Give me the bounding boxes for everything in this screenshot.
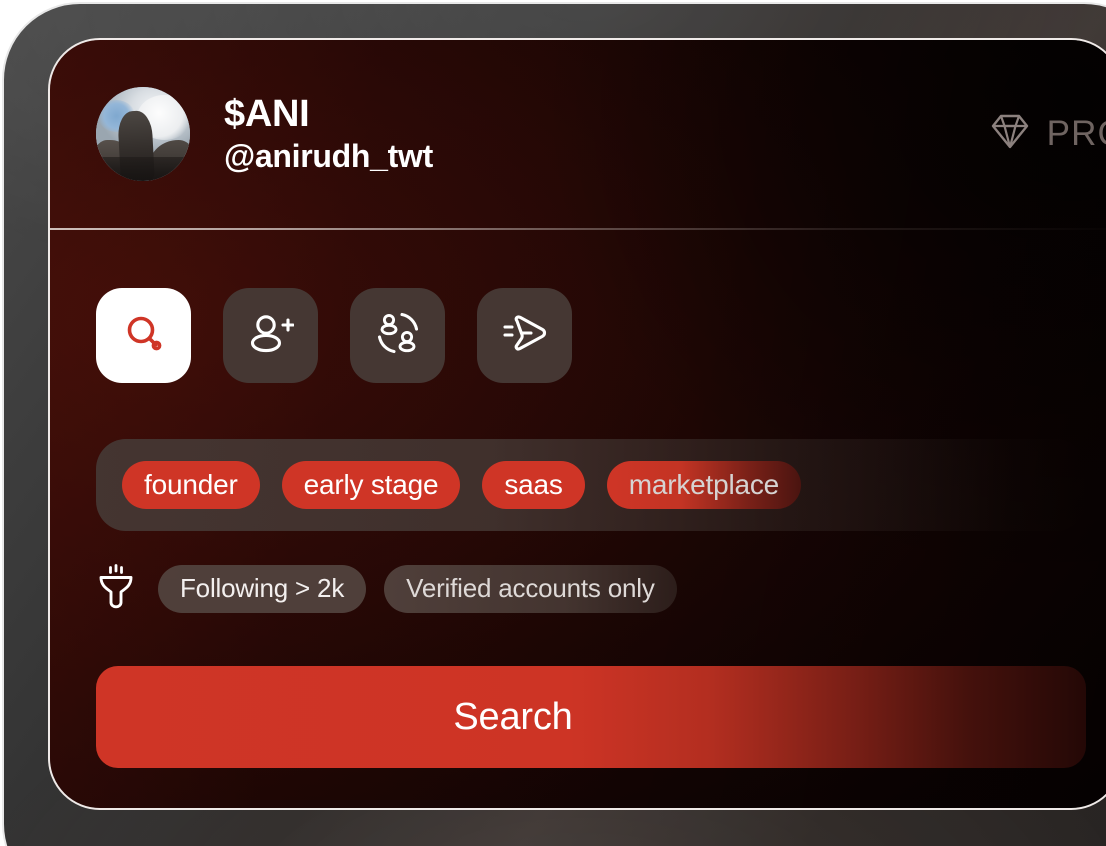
keyword-tags-container: founder early stage saas marketplace — [96, 439, 1086, 531]
avatar[interactable] — [96, 87, 190, 181]
filter-chip[interactable]: Following > 2k — [158, 564, 367, 613]
app-card: $ANI @anirudh_twt PR founder early stage… — [48, 38, 1106, 810]
search-button-label: Search — [453, 695, 573, 738]
tab-add-person[interactable] — [223, 288, 318, 383]
header-divider — [50, 228, 1106, 230]
tab-connections[interactable] — [350, 288, 445, 383]
pro-user-label: PRO USER — [1046, 114, 1106, 153]
mode-tab-bar — [50, 228, 1106, 383]
avatar-ground — [96, 156, 190, 181]
profile-display-name: $ANI — [224, 92, 310, 135]
profile-header: $ANI @anirudh_twt PR — [50, 40, 1106, 228]
user-plus-icon — [248, 311, 295, 360]
keyword-tag[interactable]: founder — [122, 461, 260, 509]
keyword-tag[interactable]: saas — [482, 461, 585, 509]
connections-icon — [374, 309, 422, 362]
profile-identity: $ANI @anirudh_twt — [224, 93, 433, 175]
card-content: $ANI @anirudh_twt PR founder early stage… — [50, 40, 1106, 808]
profile-handle: @anirudh_twt — [224, 138, 433, 175]
search-icon — [122, 311, 166, 360]
keyword-tag[interactable]: early stage — [281, 461, 461, 509]
send-icon — [501, 313, 549, 358]
diamond-icon — [990, 113, 1030, 155]
filter-chip[interactable]: Verified accounts only — [384, 564, 677, 613]
filter-row: Following > 2k Verified accounts only — [96, 563, 1106, 614]
screenshot-root: $ANI @anirudh_twt PR founder early stage… — [0, 0, 1106, 846]
tab-search[interactable] — [96, 288, 191, 383]
funnel-icon — [96, 563, 136, 614]
search-button[interactable]: Search — [96, 666, 1086, 768]
pro-user-badge: PRO USER — [990, 113, 1106, 155]
device-bezel: $ANI @anirudh_twt PR founder early stage… — [2, 2, 1106, 846]
tab-send[interactable] — [477, 288, 572, 383]
keyword-tag[interactable]: marketplace — [606, 461, 802, 509]
